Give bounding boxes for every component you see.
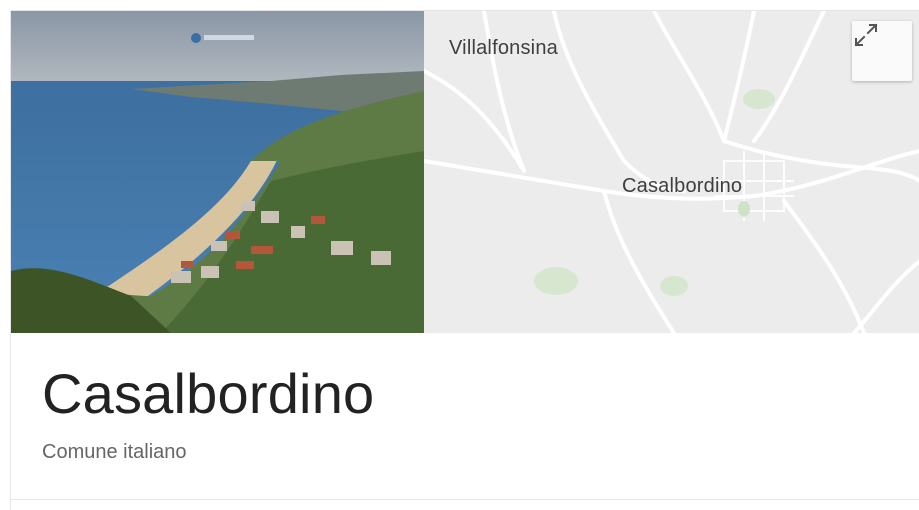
section-divider [11, 499, 919, 500]
place-subtitle: Comune italiano [42, 441, 187, 463]
place-photo[interactable] [11, 11, 424, 333]
map-label-villalfonsina: Villalfonsina [449, 37, 558, 59]
map-label-casalbordino: Casalbordino [622, 175, 743, 197]
expand-arrows-icon [854, 23, 878, 47]
location-map[interactable]: Villalfonsina Casalbordino [424, 11, 919, 333]
knowledge-panel-card: Villalfonsina Casalbordino Casalbordino … [10, 10, 919, 510]
place-title: Casalbordino [42, 362, 375, 425]
expand-map-button[interactable] [852, 21, 912, 81]
coastline-photo-image [11, 11, 424, 333]
